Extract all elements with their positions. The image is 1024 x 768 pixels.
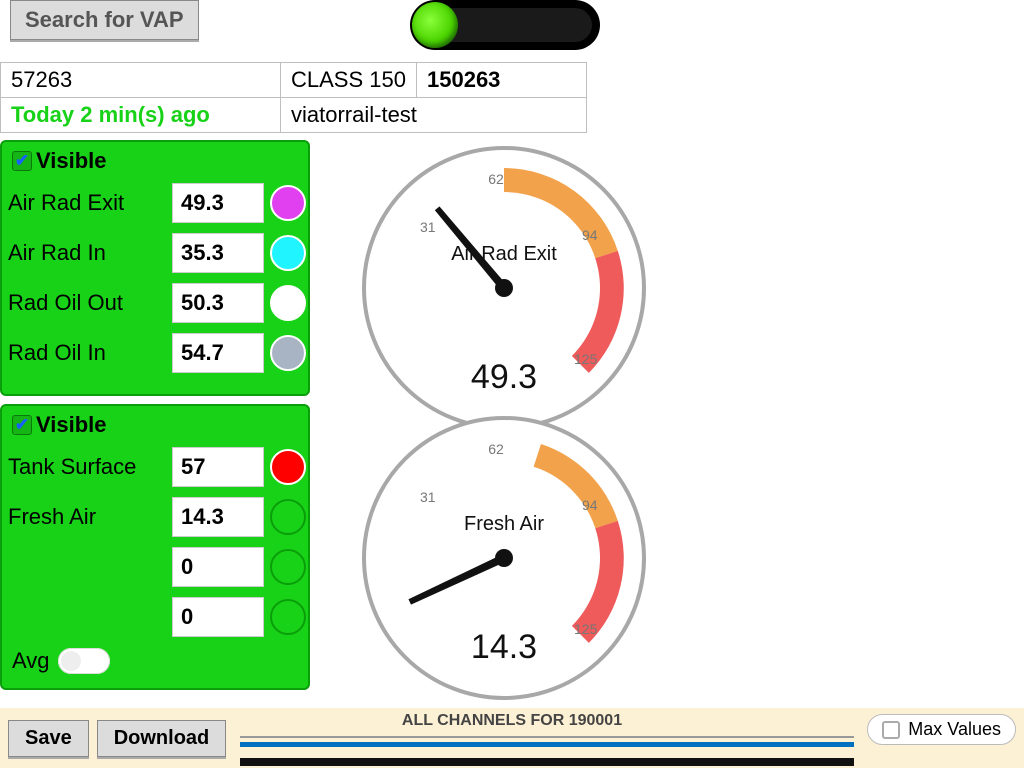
- channel-value: 0: [172, 597, 264, 637]
- chart-series-line: [240, 742, 854, 747]
- channel-panel-1: ✔ Visible Air Rad Exit 49.3 Air Rad In 3…: [0, 140, 310, 396]
- save-button[interactable]: Save: [8, 720, 89, 757]
- channel-row: Tank Surface 57: [6, 442, 304, 492]
- vehicle-id-cell: 57263: [1, 63, 281, 98]
- visible-checkbox[interactable]: ✔: [12, 415, 32, 435]
- gauge-tick-94: 94: [582, 227, 598, 243]
- vehicle-timestamp-cell: Today 2 min(s) ago: [1, 98, 281, 133]
- gauge-fresh-air: 31 62 94 125 Fresh Air 14.3: [356, 410, 652, 706]
- channel-color-swatch[interactable]: [270, 499, 306, 535]
- channel-value: 0: [172, 547, 264, 587]
- channel-value: 14.3: [172, 497, 264, 537]
- gauge-tick-62: 62: [488, 441, 504, 457]
- gauge-tick-31: 31: [420, 489, 436, 505]
- channel-color-swatch[interactable]: [270, 235, 306, 271]
- channel-row: 0: [6, 542, 304, 592]
- channel-name: Fresh Air: [6, 504, 172, 530]
- visible-checkbox[interactable]: ✔: [12, 151, 32, 171]
- vehicle-site-cell: viatorrail-test: [281, 98, 587, 133]
- channel-value: 57: [172, 447, 264, 487]
- chart-baseline: [240, 758, 854, 766]
- vehicle-classnum-cell: 150263: [417, 63, 587, 98]
- chart-axis-line: [240, 736, 854, 738]
- channel-row: Air Rad In 35.3: [6, 228, 304, 278]
- channel-name: Tank Surface: [6, 454, 172, 480]
- master-toggle[interactable]: [410, 0, 600, 50]
- channel-name: Air Rad Exit: [6, 190, 172, 216]
- channel-color-swatch[interactable]: [270, 185, 306, 221]
- channel-value: 54.7: [172, 333, 264, 373]
- channel-value: 49.3: [172, 183, 264, 223]
- vehicle-info-table: 57263 CLASS 150 150263 Today 2 min(s) ag…: [0, 62, 587, 133]
- visible-label: Visible: [36, 148, 107, 174]
- channel-panel-2: ✔ Visible Tank Surface 57 Fresh Air 14.3…: [0, 404, 310, 690]
- channel-row: 0: [6, 592, 304, 642]
- avg-label: Avg: [12, 648, 50, 674]
- gauge-tick-125: 125: [574, 351, 598, 367]
- channel-name: Rad Oil In: [6, 340, 172, 366]
- chart-title: ALL CHANNELS FOR 190001: [402, 712, 622, 730]
- gauge-tick-94: 94: [582, 497, 598, 513]
- max-values-toggle[interactable]: Max Values: [867, 714, 1016, 745]
- channel-color-swatch[interactable]: [270, 599, 306, 635]
- gauge-air-rad-exit: 31 62 94 125 Air Rad Exit 49.3: [356, 140, 652, 436]
- max-values-label: Max Values: [908, 719, 1001, 740]
- channel-value: 35.3: [172, 233, 264, 273]
- channel-color-swatch[interactable]: [270, 335, 306, 371]
- gauge-tick-31: 31: [420, 219, 436, 235]
- gauge-value: 49.3: [471, 358, 537, 396]
- vehicle-class-cell: CLASS 150: [281, 63, 417, 98]
- channel-value: 50.3: [172, 283, 264, 323]
- avg-toggle[interactable]: [58, 648, 110, 674]
- visible-label: Visible: [36, 412, 107, 438]
- gauge-tick-62: 62: [488, 171, 504, 187]
- bottom-toolbar: Save Download ALL CHANNELS FOR 190001 Ma…: [0, 708, 1024, 768]
- channel-row: Rad Oil Out 50.3: [6, 278, 304, 328]
- search-vap-button[interactable]: Search for VAP: [10, 0, 199, 40]
- toggle-knob: [412, 2, 458, 48]
- gauge-value: 14.3: [471, 628, 537, 666]
- channel-row: Rad Oil In 54.7: [6, 328, 304, 378]
- channel-name: Air Rad In: [6, 240, 172, 266]
- gauge-tick-125: 125: [574, 621, 598, 637]
- download-button[interactable]: Download: [97, 720, 227, 757]
- channel-color-swatch[interactable]: [270, 549, 306, 585]
- max-values-checkbox[interactable]: [882, 721, 900, 739]
- gauge-title: Fresh Air: [464, 513, 544, 535]
- channel-color-swatch[interactable]: [270, 449, 306, 485]
- channel-color-swatch[interactable]: [270, 285, 306, 321]
- channel-name: Rad Oil Out: [6, 290, 172, 316]
- channel-row: Fresh Air 14.3: [6, 492, 304, 542]
- channel-row: Air Rad Exit 49.3: [6, 178, 304, 228]
